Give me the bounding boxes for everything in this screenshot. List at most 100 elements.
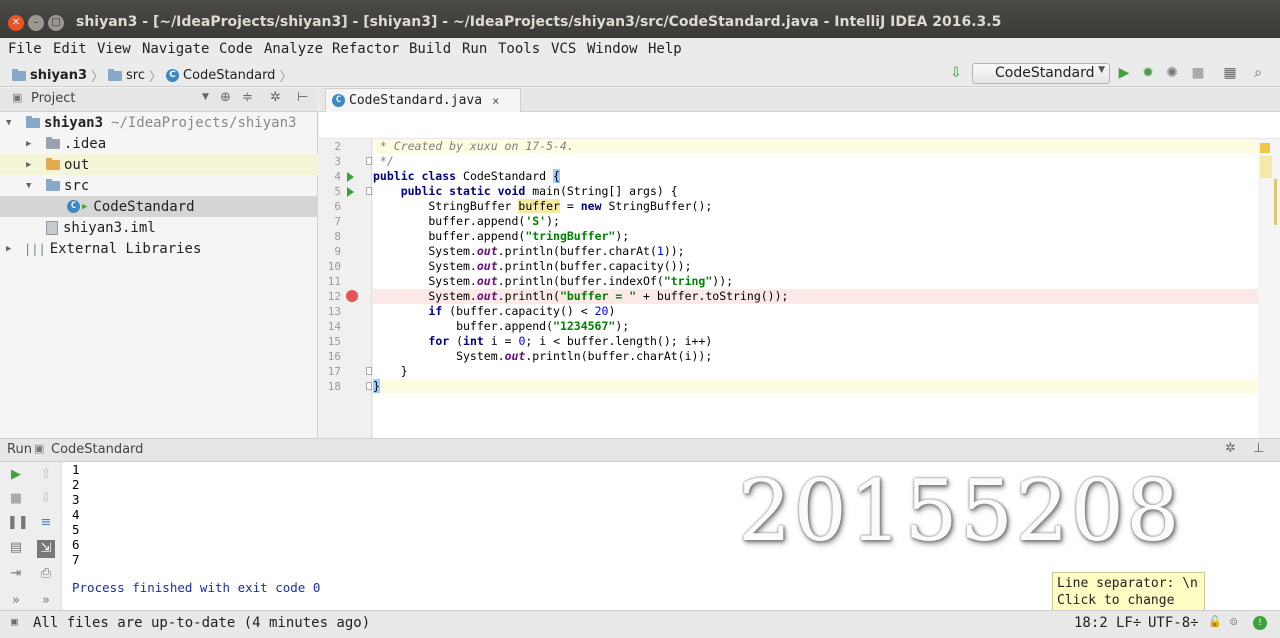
collapsed-arrow-icon[interactable]: ▶ xyxy=(26,139,38,149)
dump-threads-icon[interactable]: ▤ xyxy=(7,539,25,557)
more-icon[interactable]: » xyxy=(7,592,25,610)
collapsed-arrow-icon[interactable]: ▶ xyxy=(26,160,38,170)
run-configuration-select[interactable]: CodeStandard ▼ xyxy=(972,63,1110,84)
stop-icon[interactable]: ■ xyxy=(1190,65,1206,81)
run-tab-label[interactable]: CodeStandard xyxy=(51,442,143,457)
output-line: 1 xyxy=(72,462,80,477)
fold-marker-icon[interactable] xyxy=(366,367,372,375)
breadcrumb-class[interactable]: CodeStandard xyxy=(183,68,275,83)
caret-position[interactable]: 18:2 xyxy=(1074,615,1108,631)
expanded-arrow-icon[interactable]: ▼ xyxy=(6,118,18,128)
coverage-icon[interactable]: ✺ xyxy=(1164,65,1180,81)
tree-item-shiyan3[interactable]: ▼ shiyan3 ~/IdeaProjects/shiyan3 xyxy=(0,112,318,133)
hide-panel-icon[interactable]: ⊢ xyxy=(297,90,308,105)
menu-code[interactable]: Code xyxy=(219,41,253,57)
menu-navigate[interactable]: Navigate xyxy=(142,41,209,57)
module-file-icon xyxy=(46,220,58,235)
tree-item-out[interactable]: ▶ out xyxy=(0,154,318,175)
tree-item-external-libraries[interactable]: ▶ ||| External Libraries xyxy=(0,238,318,259)
menu-analyze[interactable]: Analyze xyxy=(264,41,323,57)
tree-item-src[interactable]: ▼ src xyxy=(0,175,318,196)
line-number: 11 xyxy=(327,275,341,288)
code-line: System.out.println(buffer.charAt(1)); xyxy=(373,244,685,258)
expanded-arrow-icon[interactable]: ▼ xyxy=(26,181,38,191)
scroll-to-end-icon[interactable]: ⇲ xyxy=(37,540,55,558)
down-arrow-icon[interactable]: ⇩ xyxy=(37,490,55,508)
exit-icon[interactable]: ⇥ xyxy=(7,565,25,583)
code-editor[interactable]: * Created by xuxu on 17-5-4. */ public c… xyxy=(373,139,1260,438)
pause-icon[interactable]: ❚❚ xyxy=(7,514,29,532)
up-arrow-icon[interactable]: ⇧ xyxy=(37,466,55,484)
run-gutter-icon[interactable] xyxy=(347,187,354,197)
close-tab-icon[interactable]: × xyxy=(492,94,499,108)
fold-marker-icon[interactable] xyxy=(366,157,372,165)
tab-codestandard-java[interactable]: C CodeStandard.java × xyxy=(325,88,521,112)
hector-icon[interactable]: ☺ xyxy=(1230,615,1237,629)
run-panel-label[interactable]: Run xyxy=(7,442,32,457)
lock-icon[interactable]: 🔓 xyxy=(1208,615,1222,628)
encoding-widget[interactable]: UTF-8÷ xyxy=(1148,615,1199,631)
soft-wrap-icon[interactable]: ≡ xyxy=(37,514,55,532)
menu-help[interactable]: Help xyxy=(648,41,682,57)
project-tree: ▼ shiyan3 ~/IdeaProjects/shiyan3 ▶ .idea… xyxy=(0,112,318,438)
process-exit-line: Process finished with exit code 0 xyxy=(72,580,321,595)
tree-item-codestandard[interactable]: C ▶ CodeStandard xyxy=(0,196,318,217)
menu-tools[interactable]: Tools xyxy=(498,41,540,57)
module-folder-icon xyxy=(26,115,40,128)
code-line: System.out.println("buffer = " + buffer.… xyxy=(373,289,1260,304)
line-separator-widget[interactable]: LF÷ xyxy=(1116,615,1141,631)
close-window-button[interactable]: ✕ xyxy=(8,15,24,31)
menu-file[interactable]: File xyxy=(8,41,42,57)
chevron-down-icon[interactable]: ▼ xyxy=(202,92,209,102)
module-folder-icon xyxy=(12,68,26,81)
maximize-window-button[interactable]: □ xyxy=(48,15,64,31)
event-log-icon[interactable]: ! xyxy=(1253,616,1267,630)
highlight-marker[interactable] xyxy=(1260,156,1272,178)
gear-icon[interactable]: ✲ xyxy=(270,90,281,105)
code-line: buffer.append("tringBuffer"); xyxy=(373,229,630,243)
menu-build[interactable]: Build xyxy=(409,41,451,57)
collapse-all-icon[interactable]: ≑ xyxy=(242,90,253,105)
menu-run[interactable]: Run xyxy=(462,41,487,57)
menu-view[interactable]: View xyxy=(97,41,131,57)
run-gutter-icon[interactable] xyxy=(347,172,354,182)
breadcrumb-project[interactable]: shiyan3 xyxy=(30,68,87,83)
hide-panel-icon[interactable]: ⊥ xyxy=(1253,441,1264,456)
scroll-from-source-icon[interactable]: ⊕ xyxy=(220,90,231,105)
fold-marker-icon[interactable] xyxy=(366,382,372,390)
scroll-thumb[interactable] xyxy=(1274,179,1277,225)
project-structure-icon[interactable]: ▦ xyxy=(1222,65,1238,81)
line-number: 3 xyxy=(334,155,341,168)
menu-edit[interactable]: Edit xyxy=(53,41,87,57)
run-toolbar: ▶ ■ ❚❚ ▤ ⇥ » ⇧ ⇩ ≡ ⇲ ⎙ » xyxy=(0,462,62,610)
minimize-window-button[interactable]: – xyxy=(28,15,44,31)
line-number: 9 xyxy=(334,245,341,258)
print-icon[interactable]: ⎙ xyxy=(37,565,55,583)
chevron-right-icon: 〉 xyxy=(279,70,293,85)
gear-icon[interactable]: ✲ xyxy=(1225,441,1236,456)
menu-vcs[interactable]: VCS xyxy=(551,41,576,57)
project-panel-title[interactable]: Project xyxy=(31,91,75,106)
tool-windows-icon[interactable]: ▣ xyxy=(11,615,18,628)
breadcrumb-src[interactable]: src xyxy=(126,68,145,83)
tree-item-idea[interactable]: ▶ .idea xyxy=(0,133,318,154)
run-icon[interactable]: ▶ xyxy=(1116,65,1132,81)
rerun-icon[interactable]: ▶ xyxy=(7,466,25,484)
more-icon[interactable]: » xyxy=(37,592,55,610)
collapsed-arrow-icon[interactable]: ▶ xyxy=(6,244,18,254)
debug-icon[interactable]: ✹ xyxy=(1140,65,1156,81)
search-icon[interactable]: ⌕ xyxy=(1250,65,1266,81)
build-project-icon[interactable]: ⇩ xyxy=(948,65,964,81)
editor-scrollbar[interactable] xyxy=(1258,139,1280,438)
editor-top-area xyxy=(319,112,1280,139)
breakpoint-icon[interactable] xyxy=(346,290,358,302)
fold-marker-icon[interactable] xyxy=(366,187,372,195)
editor-gutter: 2 3 4 5 6 7 8 9 10 11 12 13 14 15 16 17 … xyxy=(319,139,372,438)
stop-icon[interactable]: ■ xyxy=(7,490,25,508)
menu-window[interactable]: Window xyxy=(587,41,638,57)
output-folder-icon xyxy=(46,157,60,170)
line-number: 5 xyxy=(334,185,341,198)
menu-refactor[interactable]: Refactor xyxy=(332,41,399,57)
tree-item-iml[interactable]: shiyan3.iml xyxy=(0,217,318,238)
inspection-status-icon[interactable] xyxy=(1260,143,1270,153)
